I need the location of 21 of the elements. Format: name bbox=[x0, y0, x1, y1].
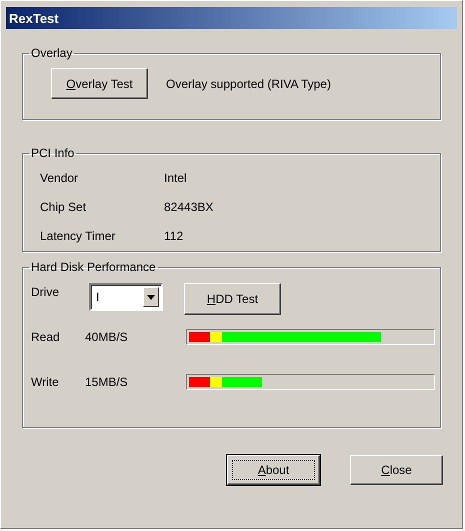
info-value: 112 bbox=[164, 229, 184, 243]
meter-label: Read bbox=[31, 330, 61, 344]
window-title: RexTest bbox=[9, 10, 59, 26]
overlay-test-button[interactable]: Overlay Test bbox=[51, 68, 148, 99]
info-label: Vendor bbox=[40, 171, 80, 185]
hdd-test-button[interactable]: HDD Test bbox=[184, 283, 281, 315]
meter-reading: 15MB/S bbox=[85, 375, 129, 389]
drive-label: Drive bbox=[31, 285, 60, 299]
overlay-status: Overlay supported (RIVA Type) bbox=[166, 76, 331, 90]
group-title: Hard Disk Performance bbox=[30, 260, 157, 274]
meter-reading: 40MB/S bbox=[85, 330, 129, 344]
info-label: Chip Set bbox=[40, 200, 88, 214]
info-value: Intel bbox=[164, 171, 187, 185]
meter-label: Write bbox=[31, 375, 60, 389]
group-title: PCI Info bbox=[30, 146, 76, 160]
info-label: Latency Timer bbox=[40, 229, 116, 243]
info-value: 82443BX bbox=[164, 200, 214, 214]
about-button[interactable]: About bbox=[227, 455, 320, 485]
group-title: Overlay bbox=[30, 46, 74, 60]
close-button[interactable]: Close bbox=[350, 455, 443, 485]
drive-dropdown[interactable]: I bbox=[89, 283, 163, 311]
